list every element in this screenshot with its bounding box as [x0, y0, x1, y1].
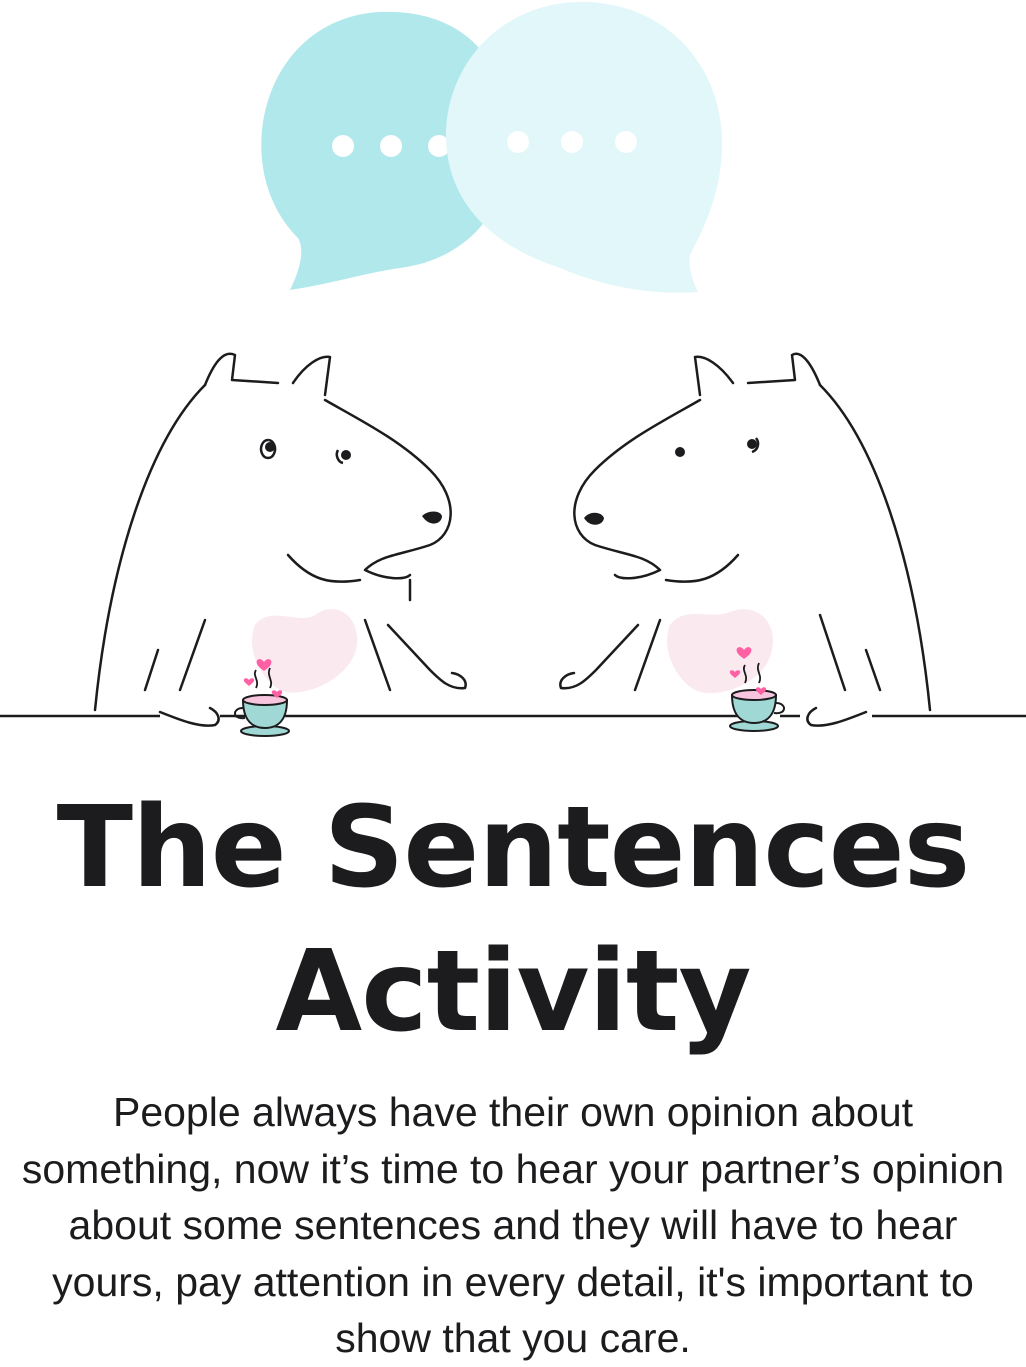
activity-description: People always have their own opinion abo… — [21, 1089, 1005, 1361]
page-title-line-1: The Sentences — [56, 783, 971, 913]
left-character-icon — [93, 352, 467, 727]
page-title: The Sentences Activity — [0, 776, 1026, 1064]
page-title-line-2: Activity — [275, 927, 752, 1057]
hero-illustration — [0, 1, 1026, 737]
right-character-icon — [559, 352, 932, 727]
speech-bubble-right-icon — [445, 1, 723, 293]
